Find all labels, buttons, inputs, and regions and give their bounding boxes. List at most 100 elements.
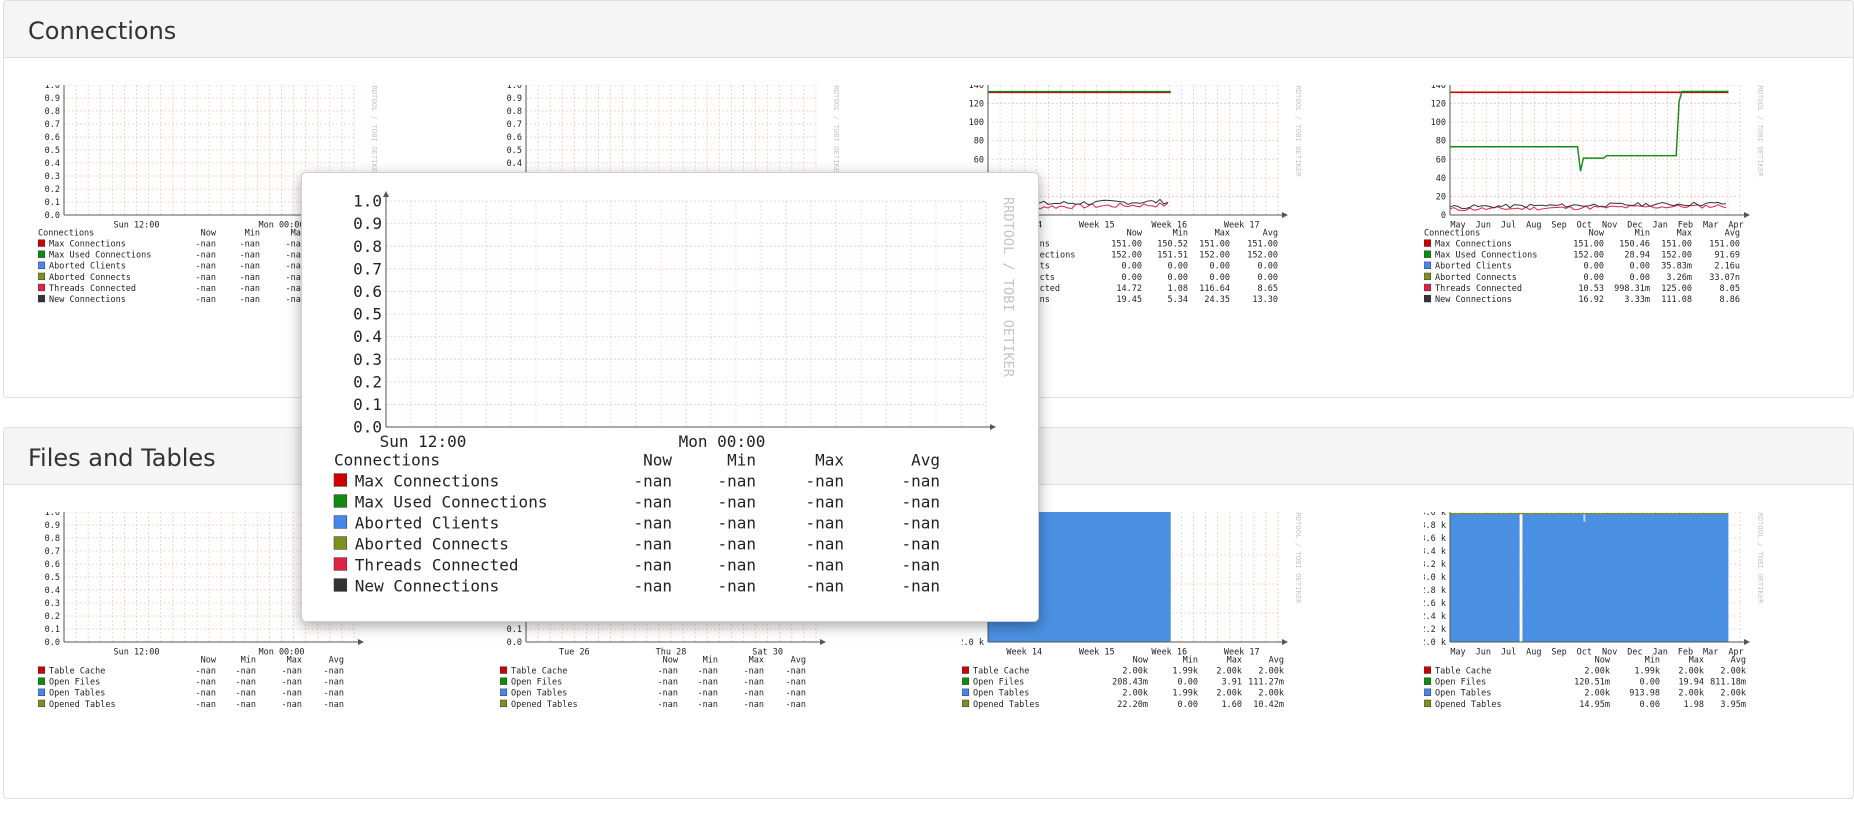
legend-value: 1.60: [1222, 700, 1242, 710]
y-tick-label: 0.1: [45, 198, 60, 208]
y-tick-label: 0.5: [353, 305, 382, 324]
legend-value: -nan: [282, 678, 302, 688]
legend-series-name: Max Connections: [49, 240, 126, 250]
y-tick-label: 20: [1436, 192, 1446, 202]
legend-value: -nan: [805, 555, 844, 574]
legend-swatch: [1424, 677, 1432, 685]
legend-value: -nan: [633, 576, 672, 595]
x-tick-label: Sun 12:00: [113, 648, 159, 658]
files-graph-year[interactable]: 4.0 k 3.8 k 3.6 k 3.4 k 3.2 k 3.0 k 2.8 k 2.6 k…: [1424, 512, 1824, 770]
y-tick-label: 140: [969, 85, 984, 91]
watermark: RRDTOOL / TOBI OETIKER: [832, 85, 841, 177]
legend-value: -nan: [805, 492, 844, 511]
legend-value: 0.00: [1630, 262, 1650, 272]
legend-column-header: Min: [1183, 655, 1198, 665]
y-tick-label: 0.9: [353, 214, 382, 233]
legend-swatch: [38, 666, 46, 674]
legend-value: 998.31m: [1614, 284, 1650, 294]
y-tick-label: 0.1: [353, 395, 382, 414]
legend-value: 150.52: [1157, 240, 1188, 250]
legend-value: 3.91: [1222, 678, 1242, 688]
x-tick-label: Jul: [1501, 648, 1516, 658]
y-tick-label: 0.4: [45, 159, 60, 169]
legend-series-name: Aborted Clients: [49, 262, 126, 272]
legend-value: -nan: [282, 689, 302, 699]
legend-value: -nan: [282, 700, 302, 710]
x-tick-label: Sep: [1551, 221, 1566, 231]
legend-value: -nan: [901, 555, 940, 574]
y-tick-label: 3.6 k: [1424, 534, 1446, 544]
legend-column-header: Avg: [1731, 655, 1746, 665]
y-tick-label: 100: [1431, 118, 1446, 128]
y-tick-label: 80: [1436, 137, 1446, 147]
legend-value: 3.26m: [1666, 273, 1692, 283]
legend-swatch: [333, 494, 348, 508]
legend-value: -nan: [805, 576, 844, 595]
legend-column-header: Min: [1173, 228, 1188, 238]
legend-value: -nan: [236, 700, 256, 710]
legend-value: 0.00: [1258, 262, 1278, 272]
legend-value: -nan: [633, 492, 672, 511]
legend-column-header: Max: [815, 450, 844, 469]
legend-value: 2.00k: [1584, 689, 1610, 699]
legend-value: -nan: [196, 678, 216, 688]
legend-value: 0.00: [1584, 262, 1604, 272]
legend-value: 1.99k: [1172, 689, 1198, 699]
legend-value: -nan: [744, 667, 764, 677]
legend-swatch: [1424, 272, 1432, 281]
watermark: RRDTOOL / TOBI OETIKER: [1756, 85, 1765, 177]
watermark: RRDTOOL / TOBI OETIKER: [1294, 512, 1303, 604]
legend-value: 2.00k: [1258, 689, 1284, 699]
legend-column-header: Min: [245, 228, 260, 238]
legend-value: -nan: [744, 689, 764, 699]
legend-value: -nan: [658, 689, 678, 699]
y-tick-label: 0.4: [45, 586, 60, 596]
legend-value: -nan: [236, 689, 256, 699]
legend-column-header: Now: [1133, 655, 1149, 665]
y-axis-arrow: [383, 191, 389, 197]
connections-graph-year[interactable]: 140120100806040200May Jun Jul Aug Sep Oct Nov D…: [1424, 85, 1824, 370]
legend-value: -nan: [196, 689, 216, 699]
y-tick-label: 3.2 k: [1424, 560, 1446, 570]
x-axis-arrow: [1282, 639, 1288, 645]
y-tick-label: 0.9: [45, 94, 60, 104]
legend-swatch: [962, 677, 970, 685]
y-tick-label: 120: [969, 100, 984, 110]
legend-value: -nan: [717, 576, 756, 595]
legend-value: 151.51: [1157, 251, 1188, 261]
legend-series-name: Table Cache: [511, 667, 567, 677]
legend-value: 19.94: [1678, 678, 1704, 688]
y-tick-label: 0.6: [45, 560, 60, 570]
legend-value: -nan: [196, 262, 216, 272]
y-tick-label: 3.0 k: [1424, 573, 1446, 583]
legend-value: -nan: [324, 700, 344, 710]
zoomed-graph-popup[interactable]: 1.0 0.9 0.8 0.7 0.6 0.5 0.4 0.3 0.2 0.1 0.0 Sun 12:…: [301, 172, 1039, 622]
legend-column-header: Now: [643, 450, 672, 469]
legend-value: -nan: [658, 667, 678, 677]
legend-swatch: [38, 699, 46, 708]
section-title: Files and Tables: [28, 444, 216, 472]
legend-value: -nan: [324, 667, 344, 677]
y-tick-label: 0.6: [353, 282, 382, 301]
legend-column-header: Avg: [911, 450, 940, 469]
legend-value: 151.00: [1709, 240, 1740, 250]
x-tick-label: Sep: [1551, 648, 1566, 658]
y-tick-label: 2.8 k: [1424, 586, 1446, 596]
legend-swatch: [38, 272, 46, 281]
legend-value: 24.35: [1204, 295, 1230, 305]
y-tick-label: 0.2: [45, 185, 60, 195]
legend-value: -nan: [805, 471, 844, 490]
legend-value: -nan: [658, 700, 678, 710]
legend-value: 8.86: [1720, 295, 1740, 305]
legend-series-name: Open Files: [1435, 678, 1486, 688]
y-tick-label: 3.8 k: [1424, 521, 1446, 531]
legend-series-name: Aborted Connects: [355, 534, 509, 553]
legend-series-name: Open Tables: [1435, 689, 1491, 699]
legend-series-name: Table Cache: [1435, 667, 1491, 677]
x-tick-label: Mar: [1703, 648, 1718, 658]
y-tick-label: 0.9: [45, 521, 60, 531]
legend-value: 1.98: [1684, 700, 1704, 710]
legend-value: 0.00: [1168, 262, 1188, 272]
y-tick-label: 0.8: [45, 534, 60, 544]
legend-swatch: [333, 557, 348, 571]
